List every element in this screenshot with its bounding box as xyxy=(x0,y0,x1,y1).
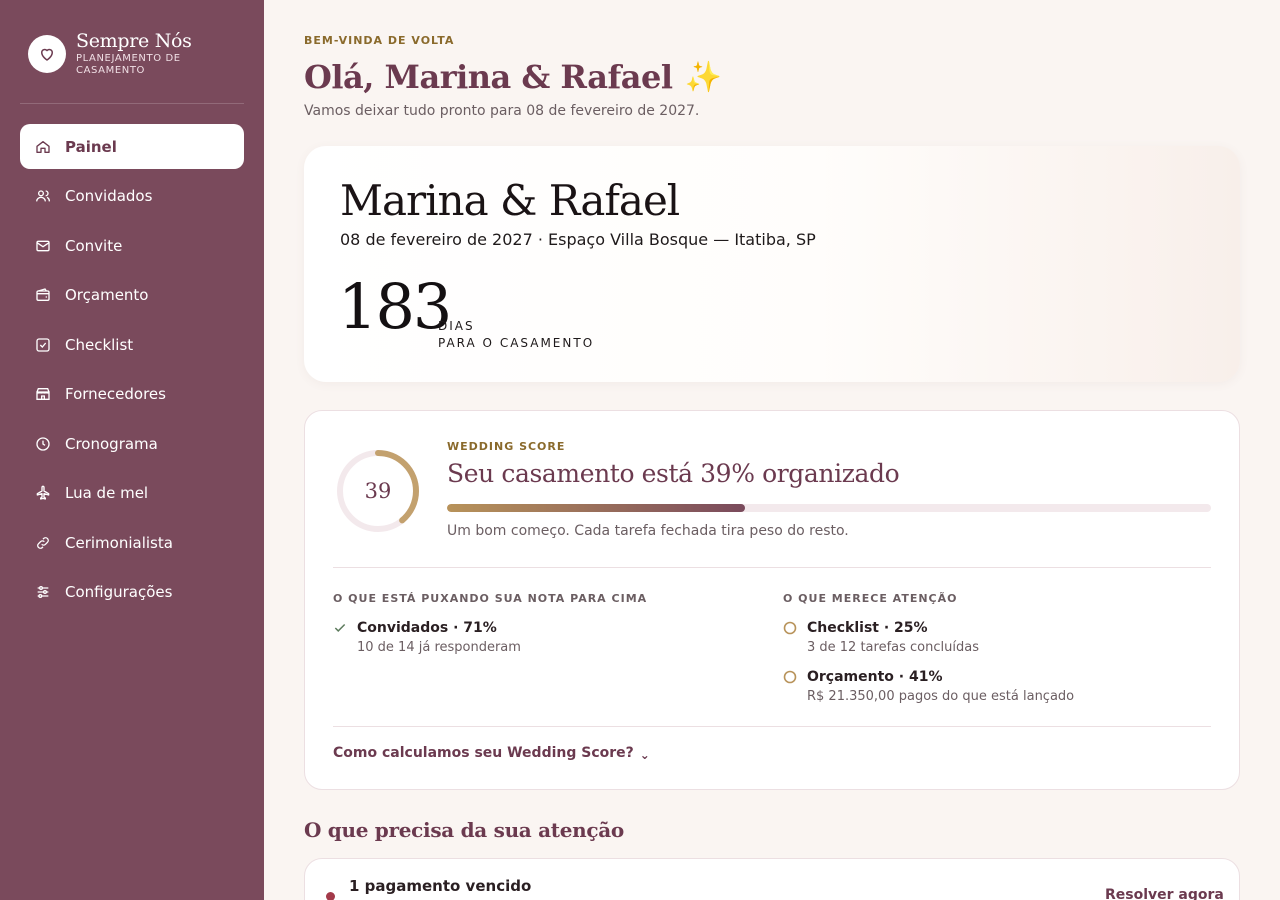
attention-section-title: O que precisa da sua atenção xyxy=(304,818,624,842)
alert-dot-icon xyxy=(326,892,335,900)
check-icon xyxy=(333,619,357,637)
divider xyxy=(333,567,1211,568)
divider xyxy=(333,726,1211,727)
attention-detail: 3 de 12 tarefas concluídas xyxy=(807,640,979,655)
link-icon xyxy=(35,535,51,551)
circle-icon xyxy=(783,668,807,686)
plane-icon xyxy=(35,485,51,501)
welcome-eyebrow: BEM-VINDA DE VOLTA xyxy=(304,34,455,47)
sidebar-item-configuracoes[interactable]: Configurações xyxy=(20,570,244,615)
mail-icon xyxy=(35,238,51,254)
sidebar-item-orcamento[interactable]: Orçamento xyxy=(20,273,244,318)
greeting-text: Olá, Marina & Rafael xyxy=(304,58,673,96)
days-unit: DIAS PARA O CASAMENTO xyxy=(438,318,594,352)
sliders-icon xyxy=(35,584,51,600)
positive-factors-title: O QUE ESTÁ PUXANDO SUA NOTA PARA CIMA xyxy=(333,592,648,605)
factor-detail: 10 de 14 já responderam xyxy=(357,640,521,655)
page-title: Olá, Marina & Rafael ✨ xyxy=(304,58,722,96)
resolve-now-link[interactable]: Resolver agora → xyxy=(1105,887,1239,900)
sidebar-item-label: Convite xyxy=(65,236,123,255)
attention-detail: R$ 21.350,00 pagos do que está lançado xyxy=(807,689,1075,704)
sparkles-icon: ✨ xyxy=(684,59,722,95)
checkbox-icon xyxy=(35,337,51,353)
attention-title: Orçamento · 41% xyxy=(807,669,943,685)
score-note: Um bom começo. Cada tarefa fechada tira … xyxy=(447,523,849,539)
sidebar-item-painel[interactable]: Painel xyxy=(20,124,244,169)
sidebar-item-checklist[interactable]: Checklist xyxy=(20,322,244,367)
sidebar-item-label: Fornecedores xyxy=(65,385,166,403)
sidebar-item-label: Lua de mel xyxy=(65,484,149,502)
score-progress-fill xyxy=(447,504,745,512)
chevron-down-icon: ⌄ xyxy=(639,748,650,762)
brand[interactable]: Sempre Nós PLANEJAMENTO DE CASAMENTO xyxy=(28,31,206,77)
sidebar-item-cerimonialista[interactable]: Cerimonialista xyxy=(20,520,244,565)
score-progress-bar xyxy=(447,504,1211,512)
sidebar-item-label: Convidados xyxy=(65,187,153,205)
sidebar-divider xyxy=(20,103,244,104)
attention-item: Checklist · 25% 3 de 12 tarefas concluíd… xyxy=(783,619,979,657)
how-score-calculated-link[interactable]: Como calculamos seu Wedding Score? ⌄ xyxy=(333,744,650,762)
how-link-label: Como calculamos seu Wedding Score? xyxy=(333,745,634,761)
circle-icon xyxy=(783,619,807,637)
sidebar-item-label: Cronograma xyxy=(65,434,158,453)
clock-icon xyxy=(35,436,51,452)
store-icon xyxy=(35,386,51,402)
attention-item: Orçamento · 41% R$ 21.350,00 pagos do qu… xyxy=(783,668,1074,706)
countdown-card: Marina & Rafael 08 de fevereiro de 2027 … xyxy=(304,146,1240,382)
sidebar-item-label: Painel xyxy=(65,137,117,156)
brand-name: Sempre Nós xyxy=(76,30,192,52)
heart-icon xyxy=(28,35,66,73)
sidebar-item-fornecedores[interactable]: Fornecedores xyxy=(20,372,244,417)
attention-title: Checklist · 25% xyxy=(807,620,928,636)
alert-card: 1 pagamento vencido Resolver agora → xyxy=(304,858,1240,900)
wallet-icon xyxy=(35,287,51,303)
attention-factors-title: O QUE MERECE ATENÇÃO xyxy=(783,592,958,605)
days-unit-line2: PARA O CASAMENTO xyxy=(438,336,595,350)
sidebar: Sempre Nós PLANEJAMENTO DE CASAMENTO Pai… xyxy=(0,0,264,900)
users-icon xyxy=(35,188,51,204)
sidebar-item-label: Configurações xyxy=(65,583,173,601)
days-remaining: 183 xyxy=(338,270,452,343)
home-icon xyxy=(35,139,51,155)
factor-item: Convidados · 71% 10 de 14 já responderam xyxy=(333,619,521,657)
wedding-score-card: 39 WEDDING SCORE Seu casamento está 39% … xyxy=(304,410,1240,790)
score-title: Seu casamento está 39% organizado xyxy=(447,459,900,488)
wedding-details: 08 de fevereiro de 2027 · Espaço Villa B… xyxy=(340,230,816,249)
sidebar-item-lua-de-mel[interactable]: Lua de mel xyxy=(20,471,244,516)
sidebar-item-label: Checklist xyxy=(65,335,134,354)
sidebar-item-label: Orçamento xyxy=(65,286,149,304)
brand-subtitle: PLANEJAMENTO DE CASAMENTO xyxy=(76,53,181,76)
page-subtitle: Vamos deixar tudo pronto para 08 de feve… xyxy=(304,103,700,119)
alert-title: 1 pagamento vencido xyxy=(349,877,532,895)
sidebar-item-cronograma[interactable]: Cronograma xyxy=(20,421,244,466)
factor-title: Convidados · 71% xyxy=(357,620,497,636)
score-value: 39 xyxy=(364,479,392,503)
sidebar-item-convite[interactable]: Convite xyxy=(20,223,244,268)
main-content: BEM-VINDA DE VOLTA Olá, Marina & Rafael … xyxy=(304,0,1240,900)
sidebar-nav: Painel Convidados Convite Orçamento Chec… xyxy=(20,124,244,619)
days-unit-line1: DIAS xyxy=(438,319,475,333)
score-label: WEDDING SCORE xyxy=(447,440,566,453)
sidebar-item-label: Cerimonialista xyxy=(65,533,173,552)
sidebar-item-convidados[interactable]: Convidados xyxy=(20,174,244,219)
couple-names: Marina & Rafael xyxy=(340,176,680,225)
